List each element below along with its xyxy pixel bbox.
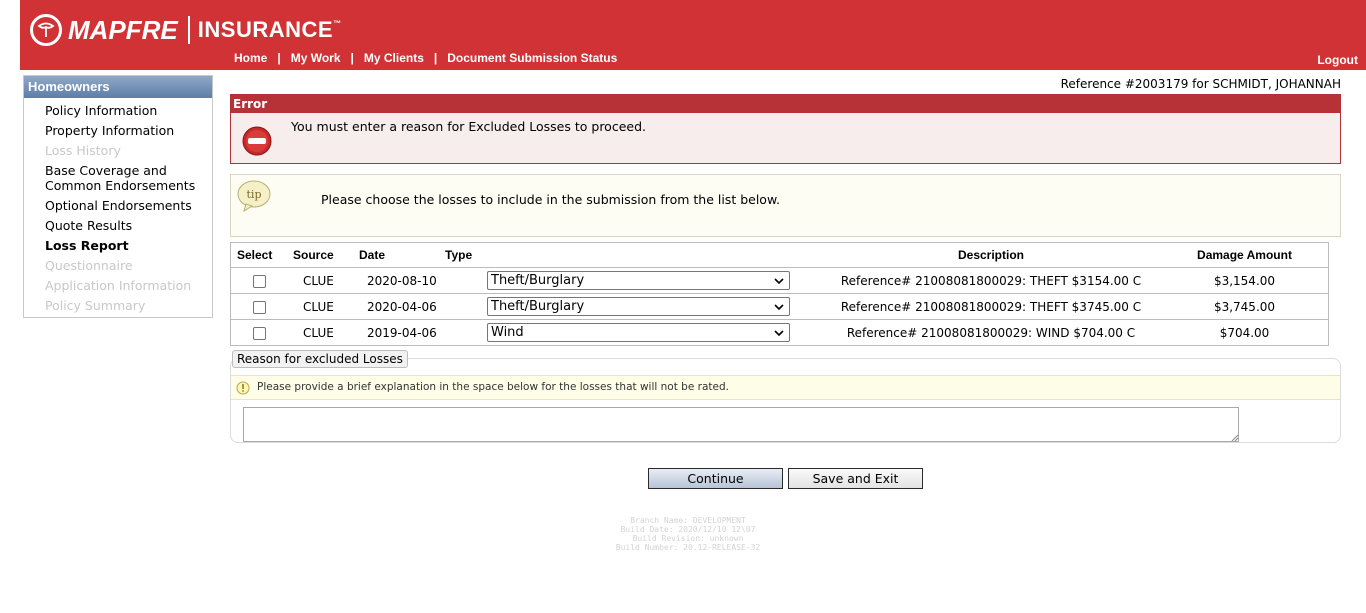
row-date: 2020-08-10 bbox=[351, 267, 445, 294]
save-and-exit-button[interactable]: Save and Exit bbox=[788, 468, 923, 489]
col-damage-amount: Damage Amount bbox=[1161, 242, 1329, 268]
sidebar-item-application-information: Application Information bbox=[45, 278, 192, 293]
build-info: Branch Name: DEVELOPMENT Build Date: 202… bbox=[0, 516, 1366, 552]
sidebar-item-loss-history: Loss History bbox=[45, 143, 121, 158]
sidebar-item-questionnaire: Questionnaire bbox=[45, 258, 133, 273]
sidebar-item-loss-report[interactable]: Loss Report bbox=[45, 238, 212, 253]
sidebar-item-property-information[interactable]: Property Information bbox=[45, 123, 212, 138]
row-source: CLUE bbox=[287, 267, 351, 294]
loss-type-select[interactable]: Wind bbox=[487, 323, 790, 342]
reason-hint-text: Please provide a brief explanation in th… bbox=[257, 381, 729, 393]
loss-table: Select Source Date Type Description Dama… bbox=[230, 242, 1329, 346]
chevron-down-icon bbox=[774, 277, 784, 284]
build-number: Build Number: 20.12-RELEASE-32 bbox=[615, 543, 761, 552]
nav-my-work[interactable]: My Work bbox=[291, 51, 341, 65]
chevron-down-icon bbox=[774, 303, 784, 310]
col-description: Description bbox=[821, 242, 1161, 268]
mapfre-logo[interactable]: MAPFRE INSURANCE™ bbox=[30, 12, 342, 48]
tip-message: Please choose the losses to include in t… bbox=[321, 192, 780, 207]
table-row: CLUE 2020-08-10 Theft/Burglary Reference… bbox=[230, 267, 1329, 294]
row-description: Reference# 21008081800029: THEFT $3745.0… bbox=[821, 293, 1161, 320]
info-icon bbox=[236, 381, 250, 395]
row-description: Reference# 21008081800029: WIND $704.00 … bbox=[821, 319, 1161, 346]
logo-divider bbox=[187, 16, 190, 44]
row-description: Reference# 21008081800029: THEFT $3154.0… bbox=[821, 267, 1161, 294]
nav-separator: | bbox=[277, 51, 281, 65]
top-nav: Home | My Work | My Clients | Document S… bbox=[234, 51, 617, 65]
nav-my-clients[interactable]: My Clients bbox=[364, 51, 424, 65]
col-type: Type bbox=[445, 242, 821, 268]
row-date: 2020-04-06 bbox=[351, 293, 445, 320]
build-revision: Build Revision: unknown bbox=[632, 534, 744, 543]
reference-line: Reference #2003179 for SCHMIDT, JOHANNAH bbox=[1060, 77, 1341, 91]
sidebar-item-quote-results[interactable]: Quote Results bbox=[45, 218, 212, 233]
sidebar-item-policy-summary: Policy Summary bbox=[45, 298, 146, 313]
row-select-checkbox[interactable] bbox=[253, 274, 266, 288]
table-header-row: Select Source Date Type Description Dama… bbox=[230, 242, 1329, 268]
brand-subtitle: INSURANCE™ bbox=[197, 17, 342, 42]
error-message: You must enter a reason for Excluded Los… bbox=[291, 119, 646, 134]
logout-link[interactable]: Logout bbox=[1317, 53, 1358, 67]
row-source: CLUE bbox=[287, 293, 351, 320]
sidebar-title: Homeowners bbox=[24, 76, 212, 98]
brand-name: MAPFRE bbox=[68, 14, 178, 45]
col-select: Select bbox=[230, 242, 287, 268]
sidebar-item-policy-information[interactable]: Policy Information bbox=[45, 103, 212, 118]
reason-textarea[interactable] bbox=[243, 407, 1239, 442]
col-source: Source bbox=[287, 242, 351, 268]
row-select-checkbox[interactable] bbox=[253, 300, 266, 314]
loss-type-value: Theft/Burglary bbox=[491, 299, 585, 314]
build-branch: Branch Name: DEVELOPMENT bbox=[630, 516, 746, 525]
row-source: CLUE bbox=[287, 319, 351, 346]
tip-icon: tip bbox=[237, 180, 271, 213]
loss-type-select[interactable]: Theft/Burglary bbox=[487, 271, 790, 290]
svg-text:tip: tip bbox=[247, 188, 262, 201]
reason-hint-bar: Please provide a brief explanation in th… bbox=[231, 375, 1340, 400]
nav-home[interactable]: Home bbox=[234, 51, 267, 65]
tip-panel: tip Please choose the losses to include … bbox=[230, 174, 1341, 237]
loss-type-value: Wind bbox=[491, 325, 524, 340]
nav-separator: | bbox=[433, 51, 438, 65]
sidebar-menu: Policy Information Property Information … bbox=[24, 98, 212, 313]
build-date: Build Date: 2020/12/10 12\07 bbox=[620, 525, 756, 534]
row-date: 2019-04-06 bbox=[351, 319, 445, 346]
error-title: Error bbox=[231, 95, 1340, 113]
row-damage-amount: $3,154.00 bbox=[1161, 267, 1329, 294]
loss-type-value: Theft/Burglary bbox=[491, 273, 585, 288]
col-date: Date bbox=[351, 242, 445, 268]
reason-fieldset: Reason for excluded Losses Please provid… bbox=[230, 350, 1341, 443]
nav-separator: | bbox=[350, 51, 354, 65]
sidebar-item-base-coverage[interactable]: Base Coverage and Common Endorsements bbox=[45, 163, 212, 193]
resize-grip-icon[interactable] bbox=[1230, 433, 1239, 442]
stop-icon bbox=[242, 126, 272, 156]
table-row: CLUE 2019-04-06 Wind Reference# 21008081… bbox=[230, 319, 1329, 346]
reason-legend: Reason for excluded Losses bbox=[232, 350, 408, 368]
sidebar: Homeowners Policy Information Property I… bbox=[23, 75, 213, 318]
row-select-checkbox[interactable] bbox=[253, 326, 266, 340]
table-row: CLUE 2020-04-06 Theft/Burglary Reference… bbox=[230, 293, 1329, 320]
sidebar-item-optional-endorsements[interactable]: Optional Endorsements bbox=[45, 198, 212, 213]
row-damage-amount: $3,745.00 bbox=[1161, 293, 1329, 320]
mapfre-logo-icon bbox=[30, 14, 62, 46]
chevron-down-icon bbox=[774, 329, 784, 336]
error-panel: Error You must enter a reason for Exclud… bbox=[230, 94, 1341, 164]
app-header: MAPFRE INSURANCE™ Home | My Work | My Cl… bbox=[20, 0, 1366, 70]
row-damage-amount: $704.00 bbox=[1161, 319, 1329, 346]
loss-type-select[interactable]: Theft/Burglary bbox=[487, 297, 790, 316]
continue-button[interactable]: Continue bbox=[648, 468, 783, 489]
nav-document-submission-status[interactable]: Document Submission Status bbox=[447, 51, 617, 65]
